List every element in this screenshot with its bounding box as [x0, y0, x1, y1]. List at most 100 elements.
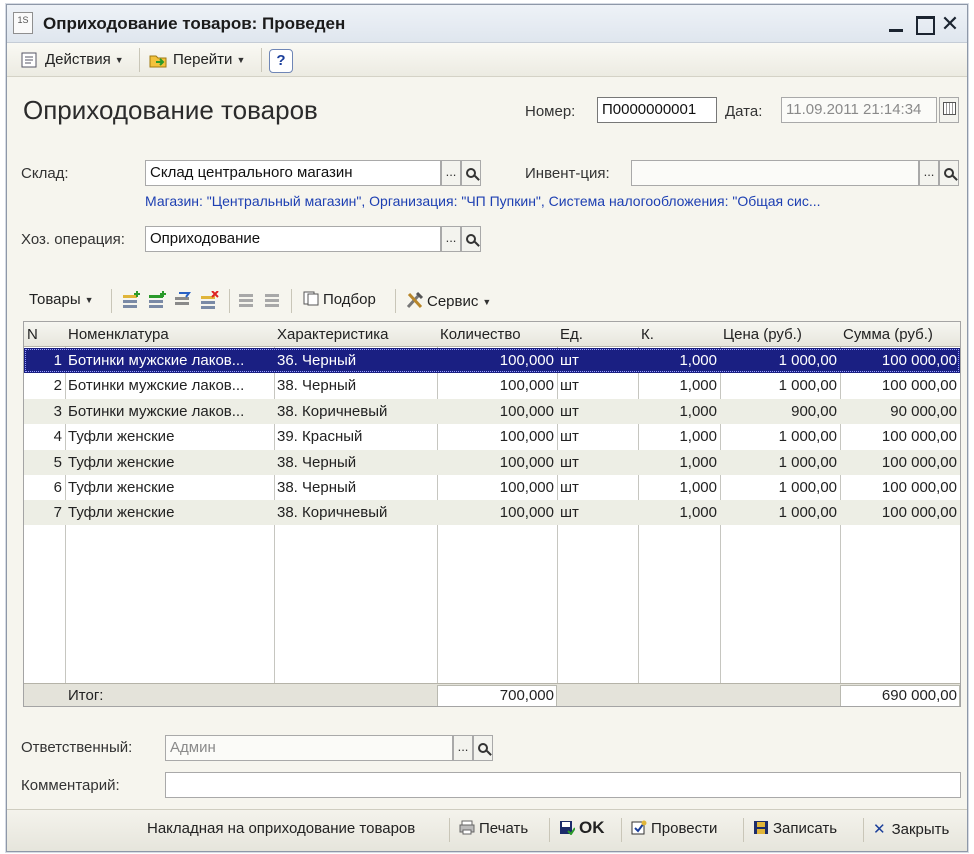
comment-field[interactable] — [165, 772, 961, 798]
cell-quantity[interactable]: 100,000 — [437, 500, 557, 525]
responsible-search-button[interactable] — [473, 735, 493, 761]
table-row[interactable]: 3 Ботинки мужские лаков... 38. Коричневый 1… — [24, 398, 960, 424]
copy-row-icon[interactable] — [147, 291, 167, 309]
inventory-search-button[interactable] — [939, 160, 959, 186]
cell-sum[interactable]: 100 000,00 — [840, 348, 960, 373]
column-header-sum[interactable]: Сумма (руб.) — [840, 322, 960, 347]
table-row[interactable]: 4 Туфли женские 39. Красный 100,000 шт 1,000 1… — [24, 424, 960, 449]
help-icon[interactable]: ? — [269, 49, 293, 73]
cell-price[interactable]: 1 000,00 — [720, 348, 840, 373]
cell-price[interactable]: 1 000,00 — [720, 424, 840, 449]
cell-characteristic[interactable]: 38. Коричневый — [274, 399, 437, 424]
warehouse-field[interactable]: Склад центрального магазин — [145, 160, 441, 186]
print-button[interactable]: Печать — [459, 820, 528, 837]
cell-item-name[interactable]: Ботинки мужские лаков... — [65, 373, 274, 398]
cell-row-number[interactable]: 4 — [24, 424, 65, 449]
post-button[interactable]: Провести — [631, 820, 717, 837]
cell-unit[interactable]: шт — [557, 500, 638, 525]
cell-sum[interactable]: 100 000,00 — [840, 373, 960, 398]
cell-coefficient[interactable]: 1,000 — [638, 500, 720, 525]
cell-coefficient[interactable]: 1,000 — [638, 373, 720, 398]
cell-unit[interactable]: шт — [557, 450, 638, 475]
save-button[interactable]: Записать — [753, 820, 837, 837]
actions-button[interactable]: Действия ▼ — [21, 47, 124, 73]
warehouse-search-button[interactable] — [461, 160, 481, 186]
column-header-coefficient[interactable]: К. — [638, 322, 720, 347]
store-info-link[interactable]: Магазин: "Центральный магазин", Организа… — [145, 193, 821, 209]
cell-quantity[interactable]: 100,000 — [437, 450, 557, 475]
table-row[interactable]: 5 Туфли женские 38. Черный 100,000 шт 1,000 1 … — [24, 449, 960, 475]
column-header-n[interactable]: N — [24, 322, 65, 347]
pick-button[interactable]: Подбор — [303, 291, 376, 308]
cell-price[interactable]: 1 000,00 — [720, 475, 840, 500]
cell-quantity[interactable]: 100,000 — [437, 399, 557, 424]
move-down-icon[interactable] — [263, 291, 283, 309]
column-header-unit[interactable]: Ед. — [557, 322, 638, 347]
cell-quantity[interactable]: 100,000 — [437, 348, 557, 373]
column-header-price[interactable]: Цена (руб.) — [720, 322, 840, 347]
minimize-icon[interactable] — [883, 11, 909, 37]
move-up-icon[interactable] — [237, 291, 257, 309]
date-field[interactable]: 11.09.2011 21:14:34 — [781, 97, 937, 123]
cell-sum[interactable]: 90 000,00 — [840, 399, 960, 424]
cell-item-name[interactable]: Туфли женские — [65, 424, 274, 449]
close-window-icon[interactable]: ✕ — [937, 11, 963, 37]
table-row[interactable]: 2 Ботинки мужские лаков... 38. Черный 100,0… — [24, 373, 960, 398]
responsible-field[interactable]: Админ — [165, 735, 453, 761]
goods-table[interactable]: N Номенклатура Характеристика Количество… — [23, 321, 961, 707]
cell-characteristic[interactable]: 38. Черный — [274, 373, 437, 398]
cell-sum[interactable]: 100 000,00 — [840, 450, 960, 475]
add-row-icon[interactable] — [121, 291, 141, 309]
cell-sum[interactable]: 100 000,00 — [840, 424, 960, 449]
calendar-button[interactable] — [939, 97, 959, 123]
cell-row-number[interactable]: 2 — [24, 373, 65, 398]
column-header-characteristic[interactable]: Характеристика — [274, 322, 437, 347]
cell-sum[interactable]: 100 000,00 — [840, 500, 960, 525]
cell-unit[interactable]: шт — [557, 373, 638, 398]
cell-characteristic[interactable]: 38. Черный — [274, 450, 437, 475]
cell-quantity[interactable]: 100,000 — [437, 424, 557, 449]
cell-unit[interactable]: шт — [557, 424, 638, 449]
close-button[interactable]: ✕ Закрыть — [873, 820, 949, 838]
cell-item-name[interactable]: Ботинки мужские лаков... — [65, 348, 274, 373]
cell-item-name[interactable]: Туфли женские — [65, 500, 274, 525]
cell-unit[interactable]: шт — [557, 399, 638, 424]
cell-quantity[interactable]: 100,000 — [437, 373, 557, 398]
cell-coefficient[interactable]: 1,000 — [638, 475, 720, 500]
table-row[interactable]: 7 Туфли женские 38. Коричневый 100,000 шт 1,0… — [24, 500, 960, 526]
inventory-field[interactable] — [631, 160, 919, 186]
warehouse-select-button[interactable]: ... — [441, 160, 461, 186]
cell-characteristic[interactable]: 36. Черный — [274, 348, 437, 373]
edit-row-icon[interactable] — [173, 291, 193, 309]
cell-row-number[interactable]: 1 — [24, 348, 65, 373]
ok-button[interactable]: OK — [559, 818, 605, 838]
cell-item-name[interactable]: Туфли женские — [65, 450, 274, 475]
invoice-print-link[interactable]: Накладная на оприходование товаров — [147, 820, 415, 837]
table-row[interactable]: 6 Туфли женские 38. Черный 100,000 шт 1,000 1 … — [24, 475, 960, 500]
cell-quantity[interactable]: 100,000 — [437, 475, 557, 500]
cell-unit[interactable]: шт — [557, 475, 638, 500]
cell-characteristic[interactable]: 38. Коричневый — [274, 500, 437, 525]
cell-row-number[interactable]: 5 — [24, 450, 65, 475]
cell-price[interactable]: 1 000,00 — [720, 373, 840, 398]
cell-characteristic[interactable]: 39. Красный — [274, 424, 437, 449]
delete-row-icon[interactable] — [199, 291, 219, 309]
cell-unit[interactable]: шт — [557, 348, 638, 373]
cell-price[interactable]: 900,00 — [720, 399, 840, 424]
inventory-select-button[interactable]: ... — [919, 160, 939, 186]
cell-row-number[interactable]: 6 — [24, 475, 65, 500]
cell-coefficient[interactable]: 1,000 — [638, 399, 720, 424]
goto-button[interactable]: Перейти ▼ — [149, 47, 245, 73]
responsible-select-button[interactable]: ... — [453, 735, 473, 761]
maximize-icon[interactable] — [911, 11, 937, 37]
cell-coefficient[interactable]: 1,000 — [638, 450, 720, 475]
operation-select-button[interactable]: ... — [441, 226, 461, 252]
cell-row-number[interactable]: 3 — [24, 399, 65, 424]
column-header-item[interactable]: Номенклатура — [65, 322, 274, 347]
app-icon[interactable]: 1S — [13, 12, 33, 34]
operation-search-button[interactable] — [461, 226, 481, 252]
goods-menu-button[interactable]: Товары ▼ — [29, 291, 94, 308]
cell-row-number[interactable]: 7 — [24, 500, 65, 525]
cell-item-name[interactable]: Ботинки мужские лаков... — [65, 399, 274, 424]
table-row[interactable]: 1 Ботинки мужские лаков... 36. Черный 100,0… — [24, 348, 960, 373]
